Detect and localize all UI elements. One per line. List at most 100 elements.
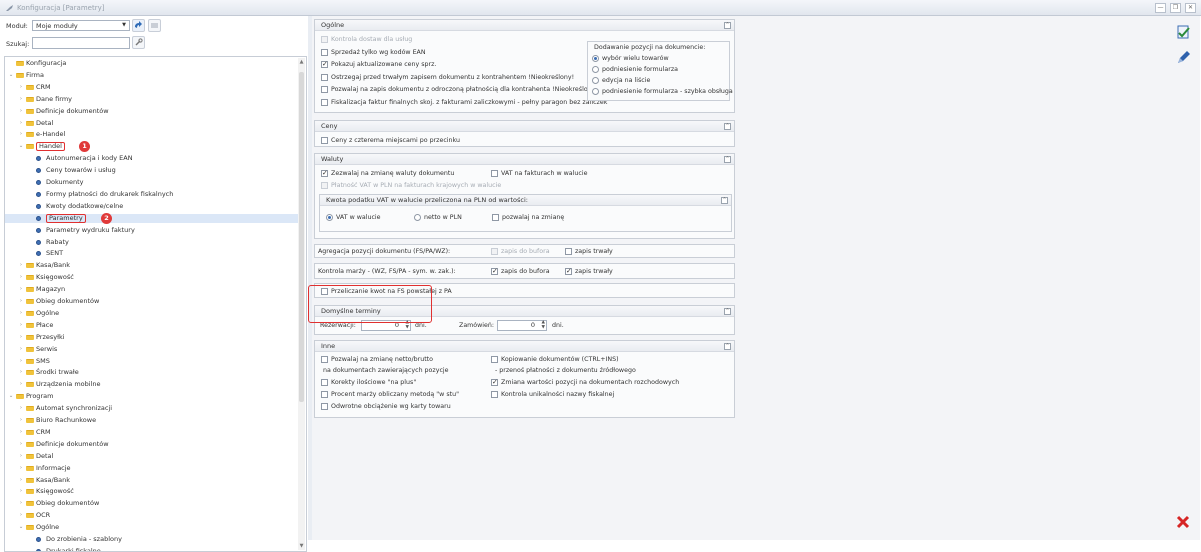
collapse-icon[interactable]: ⌃: [724, 156, 731, 163]
expand-arrow-icon[interactable]: ›: [18, 297, 24, 306]
expand-arrow-icon[interactable]: ›: [18, 499, 24, 508]
ogolne-checkbox[interactable]: ✓: [321, 61, 328, 68]
dodawanie-radio[interactable]: [592, 77, 599, 84]
collapse-arrow-icon[interactable]: ⌄: [8, 392, 14, 401]
tree-item[interactable]: › Magazyn: [5, 285, 299, 294]
edit-icon[interactable]: [1173, 48, 1195, 68]
expand-arrow-icon[interactable]: ›: [18, 476, 24, 485]
tree-item[interactable]: › Informacje: [5, 464, 299, 473]
expand-arrow-icon[interactable]: ›: [18, 487, 24, 496]
collapse-icon[interactable]: ⌃: [724, 343, 731, 350]
tree-item[interactable]: Kwoty dodatkowe/celne: [5, 202, 299, 211]
expand-arrow-icon[interactable]: ›: [18, 357, 24, 366]
close-window-button[interactable]: ✕: [1185, 3, 1196, 13]
expand-arrow-icon[interactable]: ›: [18, 83, 24, 92]
tree-item[interactable]: › Detal: [5, 452, 299, 461]
expand-arrow-icon[interactable]: ›: [18, 511, 24, 520]
search-icon[interactable]: [132, 36, 145, 49]
ogolne-checkbox[interactable]: [321, 98, 328, 106]
ceny-checkbox[interactable]: [321, 137, 328, 144]
expand-arrow-icon[interactable]: ›: [18, 309, 24, 318]
tree-item[interactable]: Rabaty: [5, 238, 299, 247]
tree-item[interactable]: Autonumeracja i kody EAN: [5, 154, 299, 163]
expand-arrow-icon[interactable]: ›: [18, 416, 24, 425]
tree-item[interactable]: ⌄ Firma: [5, 71, 299, 80]
tree-item[interactable]: Parametry: [5, 213, 299, 223]
expand-arrow-icon[interactable]: ›: [18, 440, 24, 449]
tree-item[interactable]: Dokumenty: [5, 178, 299, 187]
tree-item[interactable]: › Detal: [5, 119, 299, 128]
tree-item[interactable]: › Płace: [5, 321, 299, 330]
tree-item[interactable]: › CRM: [5, 83, 299, 92]
kontrola-trwaly-checkbox[interactable]: ✓: [565, 268, 572, 275]
tree-scrollbar[interactable]: ▲ ▼: [298, 58, 305, 550]
tree-item[interactable]: › e-Handel: [5, 130, 299, 139]
scroll-thumb[interactable]: [299, 72, 304, 402]
save-icon[interactable]: [1173, 22, 1195, 42]
module-settings-icon[interactable]: [148, 19, 161, 32]
tree-item[interactable]: › Przesyłki: [5, 333, 299, 342]
tree-item[interactable]: Parametry wydruku faktury: [5, 226, 299, 235]
tree-item[interactable]: › Obieg dokumentów: [5, 297, 299, 306]
kopiowanie-checkbox[interactable]: [491, 356, 498, 363]
dodawanie-radio[interactable]: [592, 55, 599, 62]
tree-item[interactable]: › Definicje dokumentów: [5, 440, 299, 449]
zmiana-wartosci-checkbox[interactable]: ✓: [491, 379, 498, 386]
tree-item[interactable]: › Automat synchronizacji: [5, 404, 299, 413]
tree-item[interactable]: › SMS: [5, 357, 299, 366]
tree-item[interactable]: › Ogólne: [5, 309, 299, 318]
expand-arrow-icon[interactable]: ›: [18, 119, 24, 128]
expand-arrow-icon[interactable]: ›: [18, 95, 24, 104]
tree-item[interactable]: › Biuro Rachunkowe: [5, 416, 299, 425]
vat-w-walucie-radio[interactable]: [326, 214, 333, 221]
expand-arrow-icon[interactable]: ›: [18, 273, 24, 282]
collapse-icon[interactable]: ⌃: [724, 308, 731, 315]
expand-arrow-icon[interactable]: ›: [18, 333, 24, 342]
scroll-down-icon[interactable]: ▼: [298, 543, 305, 549]
scroll-up-icon[interactable]: ▲: [298, 59, 305, 65]
tree-item[interactable]: › Urządzenia mobilne: [5, 380, 299, 389]
korekty-checkbox[interactable]: [321, 379, 328, 386]
tree-item[interactable]: › Księgowość: [5, 273, 299, 282]
expand-arrow-icon[interactable]: ›: [18, 285, 24, 294]
pozwalaj-zmiane-checkbox[interactable]: [492, 214, 499, 221]
tree-item[interactable]: › Środki trwałe: [5, 368, 299, 377]
spinner-arrows-icon[interactable]: ▲ ▼: [542, 320, 545, 330]
expand-arrow-icon[interactable]: ›: [18, 404, 24, 413]
expand-arrow-icon[interactable]: ›: [18, 321, 24, 330]
expand-arrow-icon[interactable]: ›: [18, 368, 24, 377]
agregacja-bufor-checkbox[interactable]: [491, 248, 498, 255]
vat-fakt-checkbox[interactable]: [491, 170, 498, 177]
tree-item[interactable]: ⌄ Handel: [5, 142, 299, 152]
collapse-arrow-icon[interactable]: ⌄: [18, 523, 24, 532]
expand-arrow-icon[interactable]: ›: [18, 261, 24, 270]
tree-item[interactable]: › Kasa/Bank: [5, 261, 299, 270]
tree-item[interactable]: SENT: [5, 249, 299, 258]
netto-pln-radio[interactable]: [414, 214, 421, 221]
kontrola-unikalnosci-checkbox[interactable]: [491, 391, 498, 398]
tree-item[interactable]: › OCR: [5, 511, 299, 520]
expand-arrow-icon[interactable]: ›: [18, 428, 24, 437]
expand-arrow-icon[interactable]: ›: [18, 130, 24, 139]
dodawanie-radio[interactable]: [592, 66, 599, 73]
ogolne-checkbox[interactable]: [321, 48, 328, 56]
agregacja-trwaly-checkbox[interactable]: [565, 248, 572, 255]
tree-item[interactable]: › Serwis: [5, 345, 299, 354]
expand-arrow-icon[interactable]: ›: [18, 107, 24, 116]
collapse-arrow-icon[interactable]: ⌄: [18, 142, 24, 151]
tree-item[interactable]: › Obieg dokumentów: [5, 499, 299, 508]
tree-item[interactable]: Formy płatności do drukarek fiskalnych: [5, 190, 299, 199]
tree-item[interactable]: › Definicje dokumentów: [5, 107, 299, 116]
tree-item[interactable]: ⌄ Ogólne: [5, 523, 299, 532]
minimize-button[interactable]: —: [1155, 3, 1166, 13]
ogolne-checkbox[interactable]: [321, 36, 328, 43]
tree-item[interactable]: Drukarki fiskalne: [5, 547, 299, 551]
kontrola-bufor-checkbox[interactable]: ✓: [491, 268, 498, 275]
netto-brutto-checkbox[interactable]: [321, 356, 328, 363]
refresh-module-icon[interactable]: [132, 19, 145, 32]
tree-item[interactable]: Ceny towarów i usług: [5, 166, 299, 175]
restore-button[interactable]: ❐: [1170, 3, 1181, 13]
expand-arrow-icon[interactable]: ›: [18, 380, 24, 389]
search-input[interactable]: [32, 37, 130, 49]
zamowien-spinner[interactable]: 0 ▲ ▼: [497, 320, 547, 331]
